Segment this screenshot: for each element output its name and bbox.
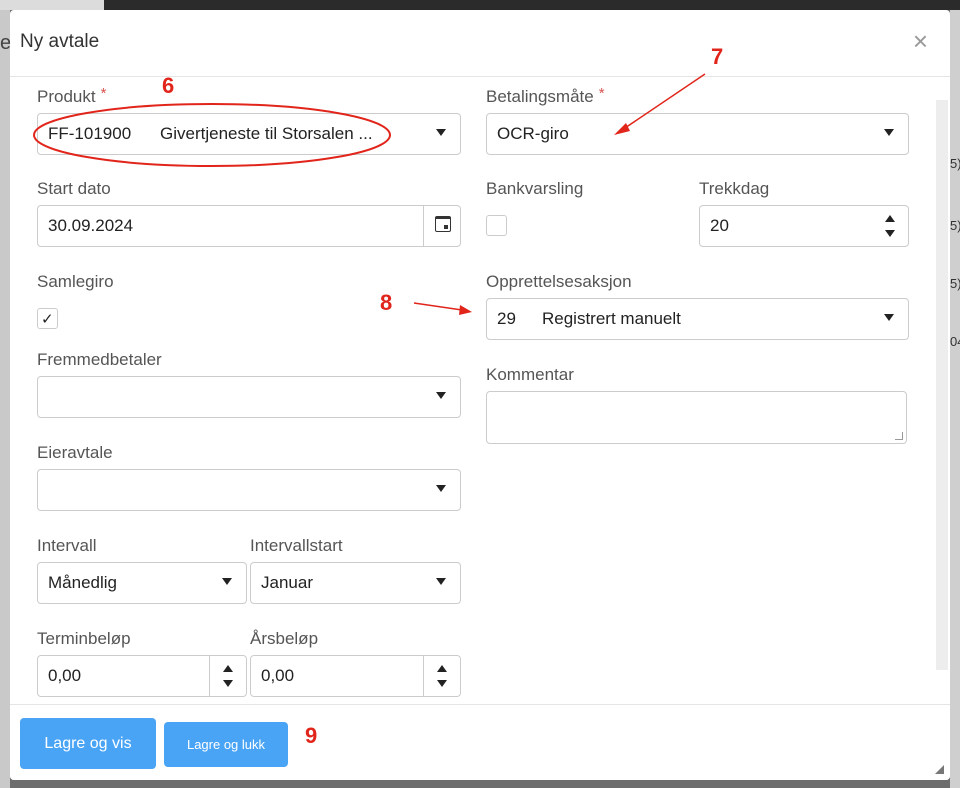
divider [423,656,424,696]
save-and-view-button[interactable]: Lagre og vis [20,718,156,769]
chevron-down-icon [222,578,232,585]
close-icon[interactable]: × [913,28,928,54]
eieravtale-select[interactable] [37,469,461,511]
required-marker: * [100,85,107,102]
checkmark-icon: ✓ [41,311,54,328]
calendar-icon[interactable] [435,216,451,232]
produkt-select[interactable]: FF-101900 Givertjeneste til Storsalen ..… [37,113,461,155]
stepper-up-icon[interactable] [223,665,233,672]
betalingsmate-label: Betalingsmåte * [486,85,605,106]
opprettelsesaksjon-code: 29 [497,309,516,328]
background-right-text: 5) [950,156,960,171]
start-dato-value: 30.09.2024 [48,216,134,235]
scrollbar[interactable] [936,100,948,670]
dialog-header: Ny avtale × [10,10,950,77]
annotation-number-8: 8 [380,290,393,315]
kommentar-label: Kommentar [486,365,574,384]
betalingsmate-select[interactable]: OCR-giro [486,113,909,155]
opprettelsesaksjon-name: Registrert manuelt [542,309,681,328]
divider [209,656,210,696]
chevron-down-icon [436,578,446,585]
trekkdag-value: 20 [710,216,729,235]
new-agreement-dialog: Ny avtale × Produkt * FF-101900 Givertjen… [10,10,950,780]
bankvarsling-label: Bankvarsling [486,179,584,198]
chevron-down-icon [436,129,446,136]
stepper-up-icon[interactable] [437,665,447,672]
produkt-name: Givertjeneste til Storsalen ... [160,124,373,143]
samlegiro-label: Samlegiro [37,272,114,291]
start-dato-input[interactable]: 30.09.2024 [37,205,461,247]
kommentar-textarea[interactable] [486,391,907,444]
stepper-down-icon[interactable] [885,230,895,237]
dialog-resize-icon[interactable] [935,765,944,774]
chevron-down-icon [884,314,894,321]
start-dato-label: Start dato [37,179,111,198]
intervallstart-select[interactable]: Januar [250,562,461,604]
intervall-select[interactable]: Månedlig [37,562,247,604]
divider [423,206,424,246]
produkt-label: Produkt * [37,85,107,106]
trekkdag-stepper[interactable]: 20 [699,205,909,247]
background-left-strip [0,10,10,788]
opprettelsesaksjon-label: Opprettelsesaksjon [486,272,632,291]
annotation-number-7: 7 [711,44,724,69]
resize-handle-icon[interactable] [895,432,903,440]
background-app-bar-light [0,0,104,10]
annotation-number-6: 6 [162,73,175,98]
samlegiro-checkbox[interactable]: ✓ [37,308,58,329]
intervallstart-value: Januar [261,573,313,592]
dialog-title: Ny avtale [20,31,100,52]
terminbelop-label: Terminbeløp [37,629,131,648]
stepper-down-icon[interactable] [223,680,233,687]
required-marker: * [598,85,605,102]
chevron-down-icon [884,129,894,136]
trekkdag-label: Trekkdag [699,179,770,198]
produkt-code: FF-101900 [48,124,132,143]
dialog-footer: Lagre og vis Lagre og lukk [10,704,950,780]
opprettelsesaksjon-select[interactable]: 29 Registrert manuelt [486,298,909,340]
stepper-down-icon[interactable] [437,680,447,687]
background-right-text: 5) [950,218,960,233]
fremmedbetaler-select[interactable] [37,376,461,418]
stepper-up-icon[interactable] [885,215,895,222]
betalingsmate-value: OCR-giro [497,124,569,143]
chevron-down-icon [436,392,446,399]
eieravtale-label: Eieravtale [37,443,113,462]
arsbelop-label: Årsbeløp [250,629,319,648]
terminbelop-stepper[interactable]: 0,00 [37,655,247,697]
bankvarsling-checkbox[interactable] [486,215,507,236]
arsbelop-stepper[interactable]: 0,00 [250,655,461,697]
background-right-strip [950,10,960,788]
background-right-text: 04 [950,334,960,349]
annotation-number-9: 9 [305,723,318,748]
fremmedbetaler-label: Fremmedbetaler [37,350,162,369]
background-right-text: 5) [950,276,960,291]
intervall-label: Intervall [37,536,97,555]
terminbelop-value: 0,00 [48,666,82,685]
save-and-close-button[interactable]: Lagre og lukk [164,722,288,767]
arsbelop-value: 0,00 [261,666,295,685]
chevron-down-icon [436,485,446,492]
background-app-bar [0,0,960,10]
intervall-value: Månedlig [48,573,117,592]
intervallstart-label: Intervallstart [250,536,343,555]
